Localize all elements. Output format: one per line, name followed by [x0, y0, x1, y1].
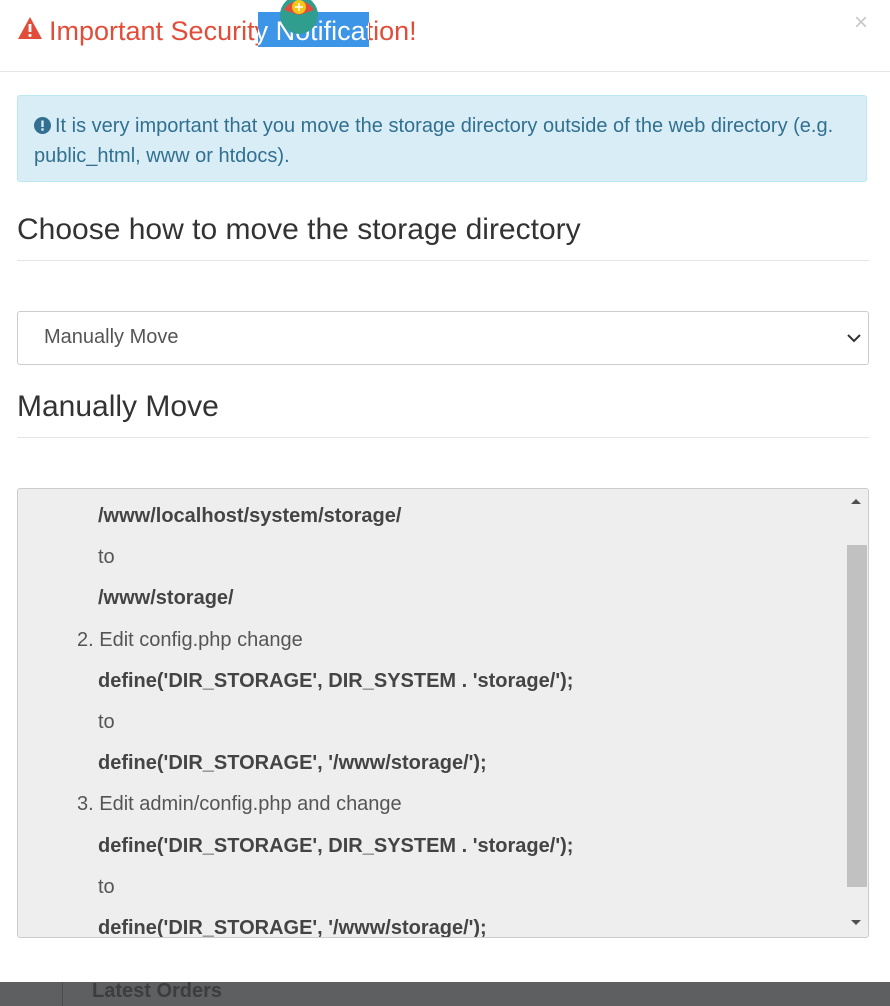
- warning-triangle-icon: [17, 16, 49, 47]
- background-partial-label: Latest Orders: [92, 980, 223, 1002]
- close-button[interactable]: ×: [850, 10, 872, 36]
- instruction-line: to: [98, 875, 115, 898]
- instruction-step: 2. Edit config.php change: [77, 628, 303, 651]
- instructions-panel[interactable]: /www/localhost/system/storage/to/www/sto…: [17, 488, 869, 938]
- manual-move-heading: Manually Move: [17, 390, 219, 423]
- move-method-select[interactable]: Manually Move: [17, 311, 869, 365]
- scroll-down-arrow-icon[interactable]: [844, 913, 868, 933]
- extension-badge-icon[interactable]: [278, 0, 320, 36]
- scrollbar-thumb[interactable]: [847, 545, 867, 887]
- instruction-line: /www/storage/: [98, 587, 234, 610]
- heading-divider: [17, 437, 869, 438]
- instruction-line: to: [98, 711, 115, 733]
- instruction-line: define('DIR_STORAGE', DIR_SYSTEM . 'stor…: [98, 669, 574, 692]
- exclamation-circle-icon: [34, 114, 51, 142]
- instruction-line: /www/localhost/system/storage/: [98, 505, 402, 527]
- security-modal: Important Security Notification! Importa…: [0, 0, 890, 982]
- instruction-step: 3. Edit admin/config.php and change: [77, 793, 402, 816]
- select-value: Manually Move: [44, 326, 179, 348]
- alert-text: It is very important that you move the s…: [34, 115, 834, 167]
- instruction-line: define('DIR_STORAGE', '/www/storage/');: [98, 752, 487, 775]
- background-divider: [62, 982, 63, 1006]
- scroll-up-arrow-icon[interactable]: [844, 491, 868, 511]
- background-page-strip: Latest Orders: [0, 980, 890, 1006]
- instruction-line: define('DIR_STORAGE', '/www/storage/');: [98, 917, 487, 938]
- heading-divider: [17, 260, 869, 261]
- modal-header: Important Security Notification! Importa…: [0, 0, 890, 72]
- instruction-line: define('DIR_STORAGE', DIR_SYSTEM . 'stor…: [98, 834, 574, 857]
- vertical-scrollbar[interactable]: [844, 489, 868, 937]
- chevron-down-icon: [846, 330, 862, 351]
- info-alert: It is very important that you move the s…: [17, 95, 867, 182]
- choose-method-heading: Choose how to move the storage directory: [17, 213, 581, 246]
- instruction-line: to: [98, 546, 115, 569]
